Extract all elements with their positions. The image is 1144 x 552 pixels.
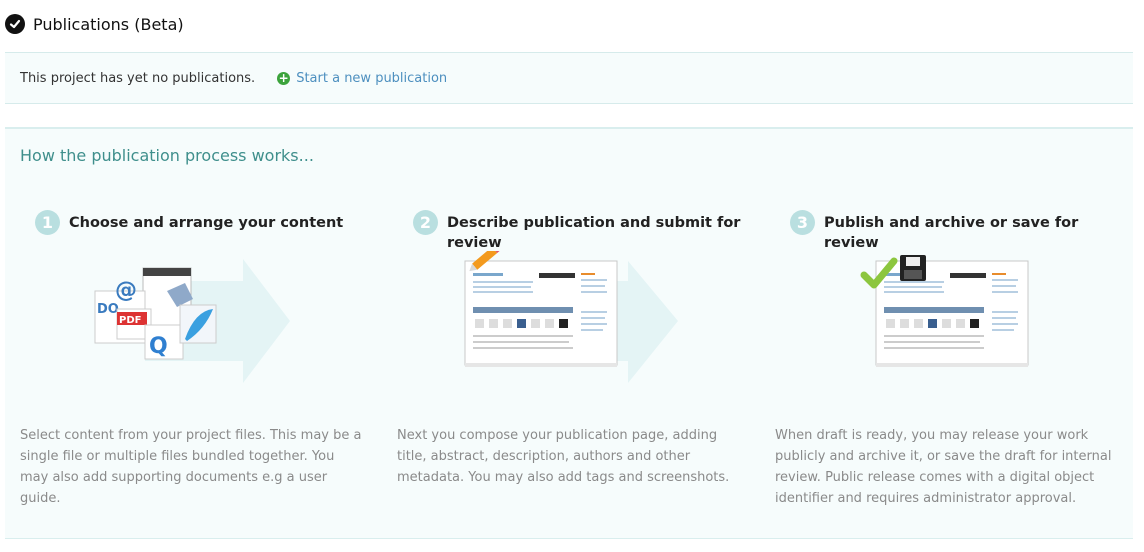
step-description: Select content from your project files. … — [20, 428, 362, 506]
step-title: Publish and archive or save for review — [824, 215, 1079, 251]
check-circle-icon — [5, 14, 25, 34]
content-files-illustration: DO @ PDF Q — [35, 251, 375, 391]
process-panel: How the publication process works... 1 C… — [5, 127, 1133, 539]
svg-text:PDF: PDF — [119, 315, 141, 326]
page-title: Publications (Beta) — [33, 14, 184, 34]
step-3: 3 Publish and archive or save for review — [775, 210, 1130, 506]
step-description: When draft is ready, you may release you… — [775, 428, 1112, 506]
process-title: How the publication process works... — [20, 146, 314, 165]
step-title: Choose and arrange your content — [69, 215, 344, 231]
svg-text:DO: DO — [97, 302, 119, 317]
step-number: 2 — [413, 210, 438, 235]
plus-circle-icon: + — [277, 70, 291, 85]
svg-text:Q: Q — [149, 334, 168, 359]
step-number: 1 — [35, 210, 60, 235]
publications-header: Publications (Beta) — [5, 12, 184, 36]
svg-text:@: @ — [115, 278, 137, 303]
publication-page-illustration — [413, 243, 753, 391]
step-1: 1 Choose and arrange your content DO @ P… — [20, 210, 375, 506]
step-2: 2 Describe publication and submit for re… — [397, 210, 753, 485]
no-publications-notice: This project has yet no publications. + … — [5, 52, 1133, 104]
step-title: Describe publication and submit for revi… — [447, 215, 741, 251]
notice-text: This project has yet no publications. — [20, 70, 256, 86]
start-publication-label: Start a new publication — [296, 70, 448, 86]
step-number: 3 — [790, 210, 815, 235]
publish-archive-illustration — [790, 251, 1130, 391]
start-publication-link[interactable]: + Start a new publication — [277, 71, 447, 86]
step-description: Next you compose your publication page, … — [397, 428, 730, 485]
